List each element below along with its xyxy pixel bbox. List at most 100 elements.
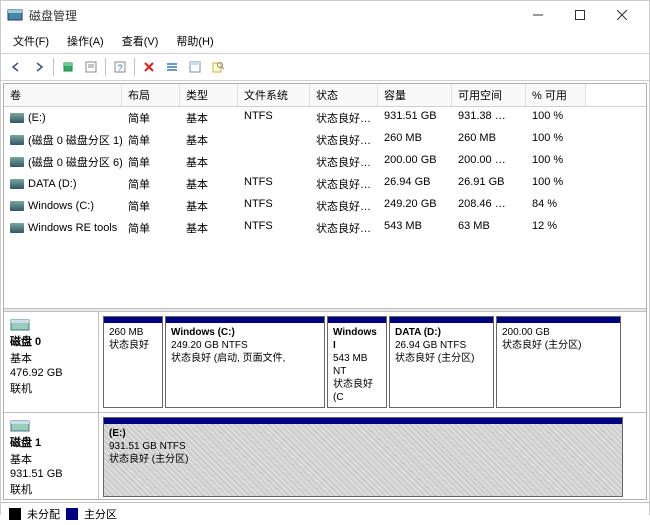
volume-type: 基本 — [180, 130, 238, 150]
volume-status: 状态良好 (… — [310, 130, 378, 150]
disk-block[interactable]: 磁盘 0基本476.92 GB联机 260 MB 状态良好 Windows (C:)2… — [4, 312, 646, 413]
find-button[interactable] — [207, 56, 229, 78]
volume-pct: 12 % — [526, 218, 586, 238]
volume-icon — [10, 135, 24, 145]
volume-icon — [10, 113, 24, 123]
partition-size: 543 MB NT — [333, 353, 367, 377]
volume-layout: 简单 — [122, 108, 180, 128]
volume-icon — [10, 179, 24, 189]
volume-status: 状态良好 (… — [310, 108, 378, 128]
volume-fs: NTFS — [238, 174, 310, 194]
volume-list[interactable]: 卷 布局 类型 文件系统 状态 容量 可用空间 % 可用 (E:)简单基本NTF… — [4, 84, 646, 308]
disk-graphical-view[interactable]: 磁盘 0基本476.92 GB联机 260 MB 状态良好 Windows (C:)2… — [4, 312, 646, 499]
menu-action[interactable]: 操作(A) — [59, 31, 112, 51]
volume-fs: NTFS — [238, 196, 310, 216]
partition-size: 931.51 GB NTFS — [109, 441, 186, 452]
menu-file[interactable]: 文件(F) — [5, 31, 57, 51]
col-free[interactable]: 可用空间 — [452, 84, 526, 106]
col-layout[interactable]: 布局 — [122, 84, 180, 106]
disk-size: 931.51 GB — [10, 468, 92, 480]
partition-status: 状态良好 — [109, 340, 149, 351]
volume-pct: 100 % — [526, 108, 586, 128]
partition[interactable]: 200.00 GB 状态良好 (主分区) — [496, 316, 621, 408]
legend-unallocated-label: 未分配 — [27, 506, 60, 522]
back-button[interactable] — [5, 56, 27, 78]
volume-row[interactable]: DATA (D:)简单基本NTFS状态良好 (…26.94 GB26.91 GB… — [4, 173, 646, 195]
volume-type: 基本 — [180, 152, 238, 172]
forward-button[interactable] — [28, 56, 50, 78]
disk-type: 基本 — [10, 451, 92, 467]
partition[interactable]: (E:)931.51 GB NTFS状态良好 (主分区) — [103, 417, 623, 497]
volume-row[interactable]: (磁盘 0 磁盘分区 6)简单基本状态良好 (…200.00 GB200.00 … — [4, 151, 646, 173]
volume-row[interactable]: Windows RE tools简单基本NTFS状态良好 (…543 MB63 … — [4, 217, 646, 239]
col-capacity[interactable]: 容量 — [378, 84, 452, 106]
volume-fs — [238, 152, 310, 172]
partition-info: DATA (D:)26.94 GB NTFS状态良好 (主分区) — [390, 323, 493, 407]
volume-type: 基本 — [180, 174, 238, 194]
legend-unallocated-swatch — [9, 508, 21, 520]
volume-row[interactable]: (E:)简单基本NTFS状态良好 (…931.51 GB931.38 …100 … — [4, 107, 646, 129]
volume-pct: 84 % — [526, 196, 586, 216]
disk-label[interactable]: 磁盘 1基本931.51 GB联机 — [4, 413, 99, 499]
volume-name: (E:) — [4, 108, 122, 128]
col-filesystem[interactable]: 文件系统 — [238, 84, 310, 106]
disk-block[interactable]: 磁盘 1基本931.51 GB联机(E:)931.51 GB NTFS状态良好 … — [4, 413, 646, 499]
partition-size: 249.20 GB NTFS — [171, 340, 248, 351]
window-title: 磁盘管理 — [29, 7, 517, 24]
partition-info: Windows (C:)249.20 GB NTFS状态良好 (启动, 页面文件… — [166, 323, 324, 407]
properties-button[interactable] — [80, 56, 102, 78]
partition-status: 状态良好 (主分区) — [502, 340, 581, 351]
list-header[interactable]: 卷 布局 类型 文件系统 状态 容量 可用空间 % 可用 — [4, 84, 646, 107]
close-button[interactable] — [601, 1, 643, 29]
volume-capacity: 260 MB — [378, 130, 452, 150]
legend-primary-label: 主分区 — [84, 506, 117, 522]
volume-pct: 100 % — [526, 152, 586, 172]
volume-icon — [10, 201, 24, 211]
partition[interactable]: 260 MB 状态良好 — [103, 316, 163, 408]
list-view-button[interactable] — [161, 56, 183, 78]
partition[interactable]: Windows (C:)249.20 GB NTFS状态良好 (启动, 页面文件… — [165, 316, 325, 408]
detail-view-button[interactable] — [184, 56, 206, 78]
col-status[interactable]: 状态 — [310, 84, 378, 106]
partition-title: Windows I — [333, 327, 377, 351]
partition-size: 26.94 GB NTFS — [395, 340, 466, 351]
disk-icon — [10, 316, 30, 332]
col-pct[interactable]: % 可用 — [526, 84, 586, 106]
volume-name: Windows RE tools — [4, 218, 122, 238]
partition-info: 200.00 GB 状态良好 (主分区) — [497, 323, 620, 407]
menu-view[interactable]: 查看(V) — [114, 31, 167, 51]
volume-free: 931.38 … — [452, 108, 526, 128]
partition[interactable]: DATA (D:)26.94 GB NTFS状态良好 (主分区) — [389, 316, 494, 408]
volume-status: 状态良好 (… — [310, 152, 378, 172]
volume-status: 状态良好 (… — [310, 218, 378, 238]
volume-name: (磁盘 0 磁盘分区 1) — [4, 130, 122, 150]
volume-free: 208.46 … — [452, 196, 526, 216]
partition-size: 200.00 GB — [502, 327, 550, 338]
disk-label[interactable]: 磁盘 0基本476.92 GB联机 — [4, 312, 99, 412]
volume-fs — [238, 130, 310, 150]
volume-capacity: 200.00 GB — [378, 152, 452, 172]
col-volume[interactable]: 卷 — [4, 84, 122, 106]
volume-icon — [10, 223, 24, 233]
volume-row[interactable]: (磁盘 0 磁盘分区 1)简单基本状态良好 (…260 MB260 MB100 … — [4, 129, 646, 151]
minimize-button[interactable] — [517, 1, 559, 29]
volume-free: 63 MB — [452, 218, 526, 238]
legend-primary-swatch — [66, 508, 78, 520]
volume-row[interactable]: Windows (C:)简单基本NTFS状态良好 (…249.20 GB208.… — [4, 195, 646, 217]
refresh-button[interactable] — [57, 56, 79, 78]
partition[interactable]: Windows I543 MB NT状态良好 (C — [327, 316, 387, 408]
menu-help[interactable]: 帮助(H) — [168, 31, 221, 51]
titlebar: 磁盘管理 — [1, 1, 649, 29]
help-button[interactable]: ? — [109, 56, 131, 78]
partition-status: 状态良好 (启动, 页面文件, — [171, 353, 285, 364]
delete-button[interactable] — [138, 56, 160, 78]
partition-size: 260 MB — [109, 327, 143, 338]
col-type[interactable]: 类型 — [180, 84, 238, 106]
volume-status: 状态良好 (… — [310, 196, 378, 216]
maximize-button[interactable] — [559, 1, 601, 29]
volume-free: 260 MB — [452, 130, 526, 150]
volume-status: 状态良好 (… — [310, 174, 378, 194]
volume-layout: 简单 — [122, 130, 180, 150]
volume-type: 基本 — [180, 218, 238, 238]
volume-name: DATA (D:) — [4, 174, 122, 194]
